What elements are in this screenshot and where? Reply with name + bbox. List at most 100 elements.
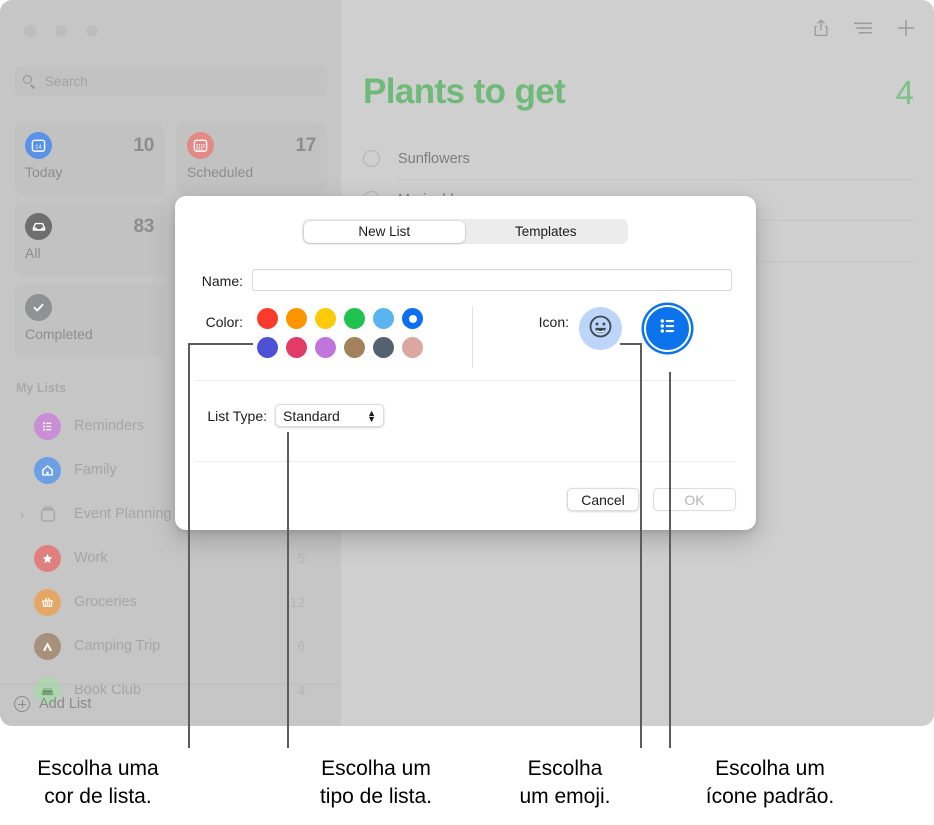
add-list-label: Add List: [39, 696, 92, 712]
smart-lists-row-1: 14 10 Today 17 Scheduled: [14, 122, 327, 195]
smart-card-all[interactable]: 83 All: [14, 203, 165, 276]
new-list-dialog: New List Templates Name: Color: Icon: Li…: [175, 196, 756, 530]
star-icon: [34, 544, 61, 572]
search-input[interactable]: Search: [14, 67, 327, 96]
color-swatch-purple[interactable]: [315, 337, 336, 358]
reminder-count: 4: [895, 74, 914, 111]
folder-icon: [34, 501, 61, 528]
smart-card-completed[interactable]: Completed: [14, 284, 165, 357]
minimize-button[interactable]: [55, 25, 67, 37]
callout-color-line1: Escolha uma: [37, 757, 159, 780]
color-icon-divider: [472, 306, 473, 368]
add-reminder-icon[interactable]: [896, 18, 916, 43]
list-type-value: Standard: [283, 407, 340, 424]
smart-card-label: All: [25, 245, 41, 261]
callout-emoji-line2: um emoji.: [519, 785, 611, 809]
color-swatch-orange[interactable]: [286, 308, 307, 329]
sidebar-item-count: 6: [297, 638, 305, 654]
sidebar-item-label: Event Planning: [74, 506, 172, 522]
sidebar-item-label: Camping Trip: [74, 638, 161, 654]
chevron-updown-icon: ▲ ▼: [367, 407, 376, 424]
section-header-my-lists: My Lists: [16, 381, 67, 395]
reminder-checkbox-icon[interactable]: [363, 150, 380, 167]
color-label: Color:: [205, 314, 243, 330]
smiley-face-icon: [588, 314, 613, 344]
sidebar-divider: [0, 684, 341, 685]
ok-button[interactable]: OK: [653, 488, 736, 511]
sidebar-item-label: Reminders: [74, 418, 145, 434]
smart-card-count: 10: [133, 134, 154, 156]
color-swatch-graphite[interactable]: [373, 337, 394, 358]
callout-default-icon-line1: Escolha um: [715, 757, 825, 780]
color-swatch-blush[interactable]: [402, 337, 423, 358]
list-type-select[interactable]: Standard ▲ ▼: [275, 404, 384, 427]
bullet-list-icon: [656, 314, 680, 343]
close-button[interactable]: [24, 25, 36, 37]
zoom-button[interactable]: [86, 25, 98, 37]
callout-color: Escolha uma cor de lista.: [10, 755, 186, 812]
emoji-picker-button[interactable]: [579, 307, 622, 350]
smart-card-label: Completed: [25, 326, 93, 342]
callout-emoji: Escolha um emoji.: [490, 755, 640, 812]
callout-list-type-line2: tipo de lista.: [319, 785, 433, 809]
color-swatch-blue[interactable]: [402, 308, 423, 329]
add-list-button[interactable]: Add List: [14, 696, 91, 712]
color-swatch-red[interactable]: [257, 308, 278, 329]
calendar-day-icon: 14: [25, 132, 52, 159]
share-icon[interactable]: [812, 18, 830, 43]
list-type-label: List Type:: [207, 408, 267, 424]
sidebar-item-groceries[interactable]: Groceries 12: [14, 582, 327, 622]
tent-icon: [34, 632, 61, 660]
callout-emoji-line1: Escolha: [527, 757, 603, 780]
sidebar-item-count: 5: [297, 550, 305, 566]
sidebar-item-camping-trip[interactable]: Camping Trip 6: [14, 626, 327, 666]
chevron-right-icon[interactable]: ›: [20, 508, 24, 521]
color-swatch-pink[interactable]: [286, 337, 307, 358]
smart-card-today[interactable]: 14 10 Today: [14, 122, 165, 195]
cancel-button[interactable]: Cancel: [567, 488, 639, 511]
smart-card-count: 17: [295, 134, 316, 156]
callout-default-icon-line2: ícone padrão.: [705, 785, 835, 809]
search-icon: [23, 75, 36, 88]
color-swatch-green[interactable]: [344, 308, 365, 329]
sidebar-item-work[interactable]: Work 5: [14, 538, 327, 578]
icon-label: Icon:: [538, 314, 569, 330]
window-traffic-lights[interactable]: [24, 25, 98, 37]
detail-toolbar: [812, 18, 916, 43]
dialog-divider-top: [195, 380, 736, 381]
sidebar-item-label: Groceries: [74, 594, 137, 610]
plus-circle-icon: [14, 696, 30, 712]
default-icon-button[interactable]: [646, 307, 689, 350]
reminder-row[interactable]: Sunflowers: [363, 138, 914, 179]
house-icon: [34, 456, 61, 484]
check-circle-icon: [25, 294, 52, 321]
callout-list-type-line1: Escolha um: [321, 757, 431, 780]
sidebar-item-label: Family: [74, 462, 117, 478]
color-swatch-brown[interactable]: [344, 337, 365, 358]
list-options-icon[interactable]: [853, 20, 873, 41]
calendar-icon: [187, 132, 214, 159]
dialog-tab-bar: New List Templates: [302, 219, 628, 244]
callout-color-line2: cor de lista.: [44, 785, 152, 809]
list-icon: [34, 412, 61, 440]
page-title: Plants to get: [363, 72, 566, 111]
color-swatch-yellow[interactable]: [315, 308, 336, 329]
name-label: Name:: [201, 273, 243, 289]
smart-card-count: 83: [133, 215, 154, 237]
color-swatch-lightblue[interactable]: [373, 308, 394, 329]
svg-text:14: 14: [35, 145, 42, 151]
smart-card-label: Today: [25, 164, 63, 180]
sidebar-item-count: 12: [289, 594, 305, 610]
color-swatch-indigo[interactable]: [257, 337, 278, 358]
smart-card-scheduled[interactable]: 17 Scheduled: [176, 122, 327, 195]
reminder-text: Sunflowers: [398, 150, 470, 167]
color-swatch-grid: [257, 308, 431, 366]
name-input[interactable]: [252, 269, 732, 291]
smart-lists-row-3: Completed: [14, 284, 165, 357]
smart-card-label: Scheduled: [187, 164, 254, 180]
callout-list-type: Escolha um tipo de lista.: [288, 755, 464, 812]
tab-new-list[interactable]: New List: [303, 220, 465, 243]
callout-default-icon: Escolha um ícone padrão.: [672, 755, 868, 812]
smart-lists-row-2: 83 All: [14, 203, 165, 276]
tab-templates[interactable]: Templates: [465, 221, 627, 243]
